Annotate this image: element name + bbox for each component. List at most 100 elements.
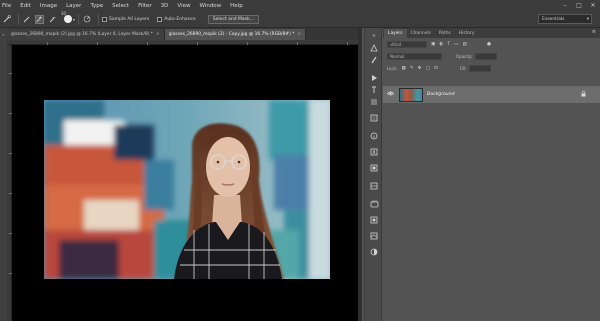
document-canvas[interactable]	[12, 45, 358, 321]
subtract-from-selection-icon[interactable]	[48, 15, 57, 24]
filter-toggle-icon[interactable]: ●	[487, 42, 491, 47]
menu-image[interactable]: Image	[40, 3, 57, 9]
photo-image[interactable]	[44, 100, 330, 279]
lock-all-icon[interactable]: ⊡	[434, 66, 438, 71]
add-to-selection-icon[interactable]	[35, 14, 44, 24]
window-controls: – □ ✕	[558, 0, 600, 11]
tab-channels[interactable]: Channels	[407, 29, 435, 38]
collapse-panels-icon[interactable]: «	[368, 30, 380, 42]
lock-pixels-icon[interactable]: ✎	[410, 66, 414, 71]
select-and-mask-button[interactable]: Select and Mask...	[207, 14, 259, 24]
layer-row-background[interactable]: Background	[383, 86, 600, 103]
options-bar: ▾ Sample All Layers Auto-Enhance Select …	[0, 11, 600, 28]
portrait-photo	[44, 100, 330, 279]
pixel-filter-icon[interactable]: ▣	[431, 42, 435, 47]
lock-transparent-icon[interactable]: ▦	[401, 66, 405, 71]
adjustment-filter-icon[interactable]: ◐	[439, 42, 443, 47]
new-selection-icon[interactable]	[22, 15, 31, 24]
color-icon[interactable]	[368, 214, 380, 226]
menu-window[interactable]: Window	[199, 3, 221, 9]
filter-row: ⌕ Kind ▣ ◐ T ▭ ▤ ●	[383, 40, 600, 49]
shape-filter-icon[interactable]: ▭	[454, 42, 458, 47]
artboard-icon[interactable]	[368, 42, 380, 54]
panel-tabs: Layers Channels Paths History ≡	[383, 28, 600, 38]
lock-artboard-icon[interactable]: ▢	[426, 66, 430, 71]
adjustments-icon[interactable]	[368, 96, 380, 108]
brush-size-value: 30	[61, 11, 67, 16]
character-icon[interactable]	[368, 146, 380, 158]
separator	[18, 13, 19, 25]
auto-enhance-label: Auto-Enhance	[164, 16, 196, 22]
quick-selection-tool-icon[interactable]	[2, 15, 11, 24]
fill-input[interactable]	[469, 65, 492, 72]
menu-edit[interactable]: Edit	[20, 3, 31, 9]
menu-view[interactable]: View	[177, 3, 190, 9]
sample-all-layers-checkbox[interactable]	[102, 16, 108, 22]
blend-mode-select[interactable]: Normal	[387, 53, 442, 60]
blend-row: Normal Opacity:	[383, 52, 600, 61]
menu-help[interactable]: Help	[230, 3, 243, 9]
navigator-icon[interactable]	[368, 230, 380, 242]
chevron-down-icon: ▾	[586, 16, 589, 22]
panel-icon-dock: «	[364, 28, 382, 321]
auto-enhance-checkbox[interactable]	[157, 16, 163, 22]
blend-mode-label: Normal	[390, 54, 405, 59]
opacity-input[interactable]	[475, 53, 498, 60]
minimize-button[interactable]: –	[558, 2, 572, 9]
close-icon[interactable]: ×	[156, 32, 160, 37]
layer-thumbnail	[399, 87, 423, 102]
lock-row: Lock: ▦ ✎ ✥ ▢ ⊡ Fill:	[383, 64, 600, 73]
properties-icon[interactable]	[368, 112, 380, 124]
tab-document-2[interactable]: glasses_26890_mopik (2) - Copy.jpg @ 16.…	[164, 29, 307, 40]
brush-dropdown-chevron-icon[interactable]: ▾	[73, 17, 75, 22]
maximize-button[interactable]: □	[572, 2, 586, 9]
canvas-area[interactable]	[7, 40, 358, 321]
brush-angle-icon[interactable]	[82, 15, 91, 24]
play-actions-icon[interactable]	[368, 72, 380, 84]
styles-icon[interactable]	[368, 162, 380, 174]
histogram-icon[interactable]	[368, 246, 380, 258]
tools-panel: »	[0, 28, 7, 321]
tools-expand-icon[interactable]: »	[0, 28, 7, 41]
opacity-label: Opacity:	[456, 54, 473, 59]
type-filter-icon[interactable]: T	[447, 42, 450, 47]
layer-name[interactable]: Background	[427, 92, 455, 97]
lock-position-icon[interactable]: ✥	[418, 66, 422, 71]
layers-panel: Layers Channels Paths History ≡ ⌕ Kind ▣…	[383, 28, 600, 321]
menu-bar: File Edit Image Layer Type Select Filter…	[0, 0, 600, 11]
menu-filter[interactable]: Filter	[138, 3, 152, 9]
menu-select[interactable]: Select	[112, 3, 129, 9]
info-icon[interactable]	[368, 130, 380, 142]
paragraph-icon[interactable]	[368, 84, 380, 96]
document-tabs: glasses_26890_mopik (2).jpg @ 16.7% (Lay…	[7, 28, 358, 40]
close-icon[interactable]: ×	[297, 32, 301, 37]
libraries-icon[interactable]	[368, 180, 380, 192]
menu-type[interactable]: Type	[90, 3, 103, 9]
sample-all-layers-label: Sample All Layers	[109, 16, 150, 22]
tab-label: glasses_26890_mopik (2) - Copy.jpg @ 16.…	[168, 32, 295, 37]
tab-layers[interactable]: Layers	[384, 29, 407, 38]
panel-divider[interactable]	[358, 28, 362, 321]
kind-filter-select[interactable]: ⌕ Kind	[387, 41, 427, 48]
separator	[98, 13, 100, 25]
tab-paths[interactable]: Paths	[435, 29, 455, 38]
workspace-select[interactable]: Essentials ▾	[538, 14, 592, 24]
fill-label: Fill:	[459, 66, 467, 71]
panel-menu-icon[interactable]: ≡	[592, 29, 596, 35]
kind-filter-label: Kind	[392, 42, 402, 47]
menu-file[interactable]: File	[2, 3, 11, 9]
menu-layer[interactable]: Layer	[66, 3, 81, 9]
tab-history[interactable]: History	[455, 29, 479, 38]
workspace-label: Essentials	[542, 16, 565, 22]
brush-preview-icon[interactable]	[64, 15, 72, 23]
swatches-icon[interactable]	[368, 198, 380, 210]
close-button[interactable]: ✕	[586, 2, 600, 9]
brush-settings-icon[interactable]	[368, 54, 380, 66]
separator	[78, 13, 80, 25]
tab-document-1[interactable]: glasses_26890_mopik (2).jpg @ 16.7% (Lay…	[7, 29, 165, 40]
smart-object-filter-icon[interactable]: ▤	[463, 42, 467, 47]
tab-label: glasses_26890_mopik (2).jpg @ 16.7% (Lay…	[11, 32, 153, 37]
menu-3d[interactable]: 3D	[161, 3, 169, 9]
visibility-eye-icon[interactable]	[387, 91, 395, 98]
lock-icon[interactable]	[581, 90, 586, 99]
